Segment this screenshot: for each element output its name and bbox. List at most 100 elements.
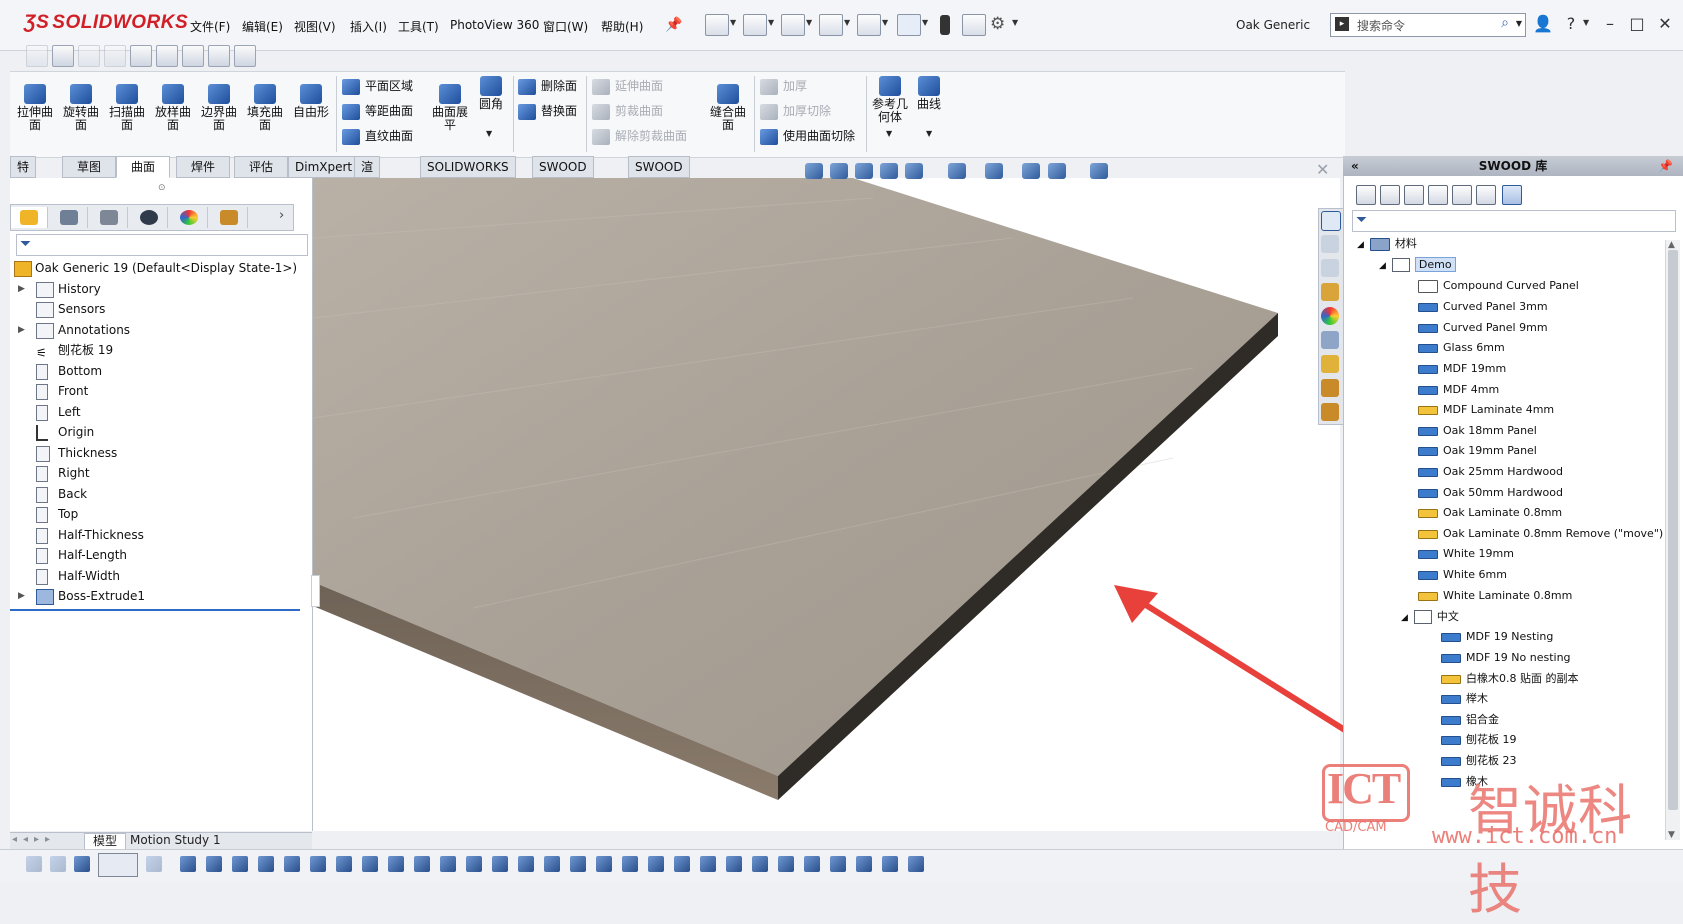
material-item[interactable]: White 19mm	[1418, 544, 1514, 564]
quick-tool-icon[interactable]	[182, 45, 204, 67]
material-item[interactable]: 榉木	[1441, 689, 1488, 709]
filter-icon[interactable]	[50, 856, 66, 872]
reference-geometry-button[interactable]: 参考几何体	[870, 76, 910, 124]
material-item[interactable]: MDF Laminate 4mm	[1418, 400, 1554, 420]
zoom-to-fit-icon[interactable]	[805, 163, 823, 179]
annotation-filter-icon[interactable]	[778, 856, 794, 872]
freeform-button[interactable]: 自由形	[292, 84, 330, 119]
chevron-down-icon[interactable]: ▼	[730, 18, 738, 28]
tab-property-manager[interactable]	[51, 207, 88, 228]
appearance-icon[interactable]	[1022, 163, 1040, 179]
home-icon[interactable]	[1321, 211, 1341, 231]
extrude-surface-button[interactable]: 拉伸曲面	[16, 84, 54, 132]
library-tool-icon[interactable]	[1476, 185, 1496, 205]
knit-surface-button[interactable]: 缝合曲面	[708, 84, 748, 132]
swood-design-icon[interactable]	[1321, 379, 1339, 397]
swood-cam-icon[interactable]	[1321, 403, 1339, 421]
flatten-surface-button[interactable]: 曲面展平	[430, 84, 470, 132]
material-item[interactable]: Oak 18mm Panel	[1418, 421, 1537, 441]
material-item[interactable]: Curved Panel 9mm	[1418, 318, 1548, 338]
library-tool-icon[interactable]	[1356, 185, 1376, 205]
fillet-button[interactable]: 圆角	[474, 76, 508, 111]
new-file-icon[interactable]	[705, 14, 729, 36]
scene-icon[interactable]	[1048, 163, 1066, 179]
tab-render-tools[interactable]: 渲染工具	[354, 156, 381, 234]
material-item[interactable]: Oak Laminate 0.8mm Remove ("move")	[1418, 524, 1663, 544]
material-item[interactable]: White Laminate 0.8mm	[1418, 586, 1572, 606]
quick-tool-icon[interactable]	[208, 45, 230, 67]
open-file-icon[interactable]	[743, 14, 767, 36]
user-icon[interactable]: 👤	[1533, 14, 1553, 34]
collapse-arrow-icon[interactable]: ◢	[1379, 261, 1386, 271]
material-item[interactable]: White 6mm	[1418, 565, 1507, 585]
material-item[interactable]: Oak 50mm Hardwood	[1418, 483, 1563, 503]
tab-swood-cam[interactable]: SWOOD CAM	[628, 156, 690, 194]
filled-surface-button[interactable]: 填充曲面	[246, 84, 284, 132]
collapse-icon[interactable]: «	[1351, 156, 1359, 176]
extend-surface-button[interactable]: 延伸曲面	[592, 75, 663, 97]
material-item[interactable]: Compound Curved Panel	[1418, 276, 1579, 296]
maximize-icon[interactable]: □	[1627, 14, 1647, 34]
chevron-down-icon[interactable]: ▼	[926, 129, 932, 138]
solid-filter-icon[interactable]	[284, 856, 300, 872]
replace-face-button[interactable]: 替换面	[518, 100, 577, 122]
library-tool-icon[interactable]	[1404, 185, 1424, 205]
quick-tool-icon[interactable]	[26, 45, 48, 67]
cosmetic-thread-filter-icon[interactable]	[700, 856, 716, 872]
library-tool-icon[interactable]	[1380, 185, 1400, 205]
menu-help[interactable]: 帮助(H)	[601, 18, 643, 36]
routing-filter-icon[interactable]	[856, 856, 872, 872]
quick-tool-icon[interactable]	[104, 45, 126, 67]
dimension-filter-icon[interactable]	[492, 856, 508, 872]
hole-callout-filter-icon[interactable]	[648, 856, 664, 872]
expand-arrow-icon[interactable]: ▶	[18, 320, 28, 340]
pin-icon[interactable]: 📌	[665, 17, 682, 33]
mate-filter-icon[interactable]	[830, 856, 846, 872]
solidworks-logo[interactable]: ƷS SOLIDWORKS	[24, 12, 188, 34]
ruled-surface-button[interactable]: 直纹曲面	[342, 125, 413, 147]
spring-filter-icon[interactable]	[752, 856, 768, 872]
center-mark-filter-icon[interactable]	[440, 856, 456, 872]
minimize-icon[interactable]: –	[1600, 14, 1620, 34]
previous-view-icon[interactable]	[855, 163, 873, 179]
dynamic-annotation-icon[interactable]	[905, 163, 923, 179]
material-item[interactable]: 铝合金	[1441, 710, 1499, 730]
material-library-icon[interactable]	[1502, 185, 1522, 205]
undo-icon[interactable]	[857, 14, 881, 36]
quick-tool-icon[interactable]	[130, 45, 152, 67]
design-library-icon[interactable]	[1321, 235, 1339, 253]
loft-surface-button[interactable]: 放样曲面	[154, 84, 192, 132]
material-item[interactable]: Curved Panel 3mm	[1418, 297, 1548, 317]
curves-button[interactable]: 曲线	[912, 76, 946, 111]
tab-evaluate[interactable]: 评估	[234, 156, 288, 178]
sketch-point-filter-icon[interactable]	[362, 856, 378, 872]
save-icon[interactable]	[781, 14, 805, 36]
quick-tool-icon[interactable]	[52, 45, 74, 67]
chevron-down-icon[interactable]: ▼	[486, 129, 492, 138]
swood-library-icon[interactable]	[1321, 355, 1339, 373]
chevron-down-icon[interactable]: ▼	[1583, 18, 1591, 28]
menu-edit[interactable]: 编辑(E)	[242, 18, 283, 36]
material-item[interactable]: MDF 19 No nesting	[1441, 648, 1571, 668]
select-arrow-icon[interactable]	[98, 853, 138, 877]
gtol-filter-icon[interactable]	[544, 856, 560, 872]
material-item[interactable]: MDF 19 Nesting	[1441, 627, 1553, 647]
scroll-thumb[interactable]	[1668, 250, 1678, 810]
rollback-bar[interactable]	[10, 609, 300, 611]
thicken-button[interactable]: 加厚	[760, 75, 807, 97]
library-filter-input[interactable]: ⏷	[1352, 210, 1676, 232]
print-icon[interactable]	[819, 14, 843, 36]
thicken-cut-button[interactable]: 加厚切除	[760, 100, 831, 122]
folder-demo[interactable]: ◢ Demo	[1379, 255, 1456, 275]
pin-icon[interactable]: 📌	[1658, 156, 1673, 176]
tab-swood-design[interactable]: SWOOD Design	[532, 156, 594, 194]
tab-display-manager[interactable]	[171, 207, 208, 228]
tree-root-materials[interactable]: ◢ 材料	[1357, 234, 1417, 254]
tab-swood[interactable]	[211, 207, 248, 228]
sweep-surface-button[interactable]: 扫描曲面	[108, 84, 146, 132]
zoom-area-icon[interactable]	[830, 163, 848, 179]
plane-filter-icon[interactable]	[336, 856, 352, 872]
offset-surface-button[interactable]: 等距曲面	[342, 100, 413, 122]
chevron-down-icon[interactable]: ▼	[882, 18, 890, 28]
menu-view[interactable]: 视图(V)	[294, 18, 336, 36]
